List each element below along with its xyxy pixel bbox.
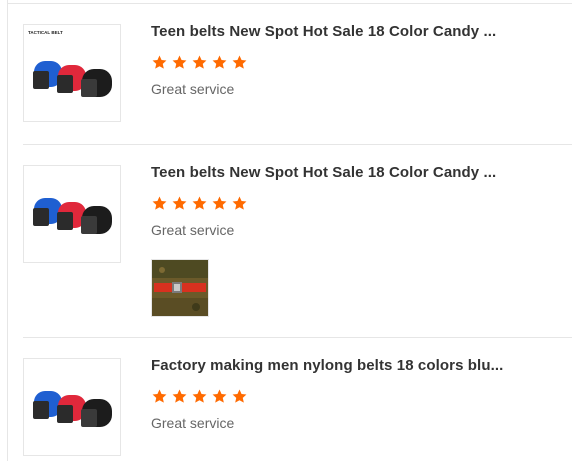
rating-stars	[151, 54, 248, 72]
star-icon	[232, 196, 247, 210]
rating-stars	[151, 388, 248, 406]
review-comment: Great service	[151, 415, 235, 431]
star-icon	[212, 55, 227, 69]
review-comment: Great service	[151, 81, 235, 97]
product-title[interactable]: Teen belts New Spot Hot Sale 18 Color Ca…	[151, 23, 496, 40]
review-comment: Great service	[151, 222, 235, 238]
product-thumbnail[interactable]	[23, 165, 121, 263]
star-icon	[172, 55, 187, 69]
review-photo[interactable]	[151, 259, 209, 317]
thumb-caption: TACTICAL BELT	[28, 30, 63, 35]
product-title[interactable]: Factory making men nylong belts 18 color…	[151, 357, 503, 374]
product-thumbnail[interactable]	[23, 358, 121, 456]
review-photo-image	[152, 260, 208, 316]
belt-product-image	[33, 198, 112, 234]
star-icon	[152, 389, 167, 403]
star-icon	[212, 196, 227, 210]
review-item: Factory making men nylong belts 18 color…	[8, 338, 572, 461]
star-icon	[232, 389, 247, 403]
belt-product-image	[33, 391, 112, 427]
star-icon	[152, 196, 167, 210]
product-thumbnail[interactable]: TACTICAL BELT	[23, 24, 121, 122]
star-icon	[172, 196, 187, 210]
belt-product-image: TACTICAL BELT	[28, 30, 112, 97]
review-item: Teen belts New Spot Hot Sale 18 Color Ca…	[8, 145, 572, 338]
star-icon	[192, 196, 207, 210]
star-icon	[212, 389, 227, 403]
product-title[interactable]: Teen belts New Spot Hot Sale 18 Color Ca…	[151, 164, 496, 181]
reviews-panel: TACTICAL BELT Teen belts New Spot Hot Sa…	[0, 0, 572, 461]
review-item: TACTICAL BELT Teen belts New Spot Hot Sa…	[8, 0, 572, 145]
star-icon	[192, 55, 207, 69]
rating-stars	[151, 195, 248, 213]
star-icon	[152, 55, 167, 69]
star-icon	[232, 55, 247, 69]
star-icon	[192, 389, 207, 403]
star-icon	[172, 389, 187, 403]
